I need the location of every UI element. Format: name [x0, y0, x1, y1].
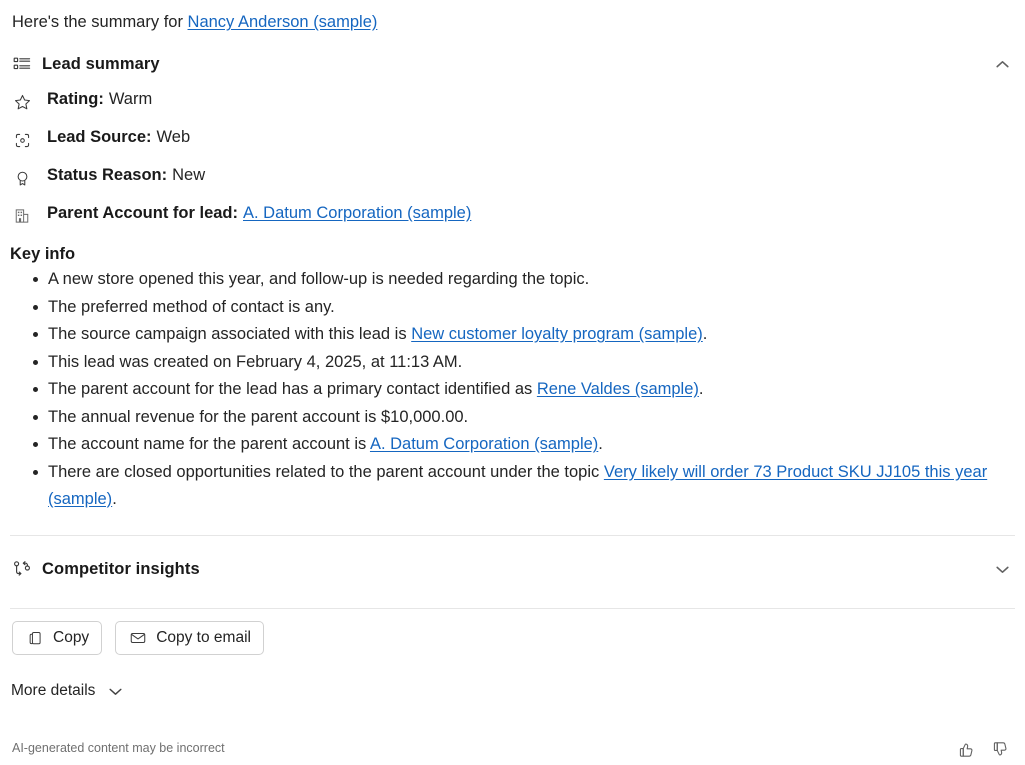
- list-item: The account name for the parent account …: [33, 431, 1009, 458]
- parent-account-link[interactable]: A. Datum Corporation (sample): [243, 204, 471, 222]
- key-info-text: .: [598, 435, 603, 453]
- attribute-label: Lead Source:: [47, 128, 152, 146]
- feedback-icons: [955, 738, 1011, 760]
- intro-prefix: Here's the summary for: [12, 13, 188, 31]
- intro-line: Here's the summary for Nancy Anderson (s…: [12, 11, 377, 33]
- lead-name-link[interactable]: Nancy Anderson (sample): [188, 13, 378, 31]
- star-icon: [10, 90, 34, 114]
- key-info-link[interactable]: A. Datum Corporation (sample): [370, 435, 598, 453]
- list-icon: [10, 52, 34, 76]
- key-info-title: Key info: [10, 245, 76, 263]
- attribute-lead-source: Lead Source: Web: [10, 128, 190, 154]
- lead-summary-header[interactable]: Lead summary: [10, 48, 1015, 80]
- compare-branch-icon: [10, 557, 34, 581]
- key-info-text: There are closed opportunities related t…: [48, 462, 604, 481]
- competitor-insights-title: Competitor insights: [42, 559, 200, 578]
- list-item: There are closed opportunities related t…: [33, 459, 1009, 513]
- thumbs-up-icon[interactable]: [955, 738, 977, 760]
- attribute-label: Rating:: [47, 90, 104, 108]
- building-icon: [10, 204, 34, 228]
- copy-to-email-button[interactable]: Copy to email: [115, 621, 264, 655]
- key-info-text: The parent account for the lead has a pr…: [48, 380, 537, 398]
- copy-button-label: Copy: [53, 629, 90, 646]
- key-info-link[interactable]: Rene Valdes (sample): [537, 380, 699, 398]
- action-button-row: Copy Copy to email: [12, 621, 264, 655]
- attribute-value: New: [172, 166, 206, 184]
- lead-summary-title: Lead summary: [42, 54, 160, 73]
- award-icon: [10, 166, 34, 190]
- attribute-status-reason: Status Reason: New: [10, 166, 205, 192]
- key-info-list: A new store opened this year, and follow…: [24, 266, 1009, 513]
- copy-icon: [25, 628, 45, 648]
- more-details-label: More details: [11, 682, 96, 699]
- key-info-text: This lead was created on February 4, 202…: [48, 352, 463, 371]
- key-info-text: The source campaign associated with this…: [48, 325, 412, 343]
- key-info-text: The annual revenue for the parent accoun…: [48, 407, 469, 426]
- key-info-text: .: [112, 489, 117, 508]
- chevron-up-icon[interactable]: [989, 51, 1015, 77]
- divider-bottom: [10, 608, 1015, 609]
- list-item: The source campaign associated with this…: [33, 321, 1009, 348]
- key-info-text: A new store opened this year, and follow…: [48, 270, 590, 288]
- key-info-link[interactable]: New customer loyalty program (sample): [411, 325, 703, 343]
- competitor-insights-header[interactable]: Competitor insights: [10, 553, 1015, 585]
- attribute-label: Status Reason:: [47, 166, 168, 184]
- attribute-value: Warm: [108, 90, 153, 108]
- key-info-text: The account name for the parent account …: [48, 435, 370, 453]
- key-info-text: The preferred method of contact is any.: [48, 297, 335, 316]
- more-details-toggle[interactable]: More details: [11, 682, 124, 700]
- target-icon: [10, 128, 34, 152]
- list-item: The parent account for the lead has a pr…: [33, 376, 1009, 403]
- key-info-text: .: [702, 325, 708, 343]
- envelope-icon: [128, 628, 148, 648]
- chevron-down-icon: [107, 683, 124, 700]
- lead-summary-card: Here's the summary for Nancy Anderson (s…: [0, 0, 1025, 765]
- thumbs-down-icon[interactable]: [989, 738, 1011, 760]
- ai-disclaimer: AI-generated content may be incorrect: [12, 741, 225, 755]
- attribute-parent-account: Parent Account for lead: A. Datum Corpor…: [10, 204, 471, 230]
- divider-top: [10, 535, 1015, 536]
- list-item: The annual revenue for the parent accoun…: [33, 404, 1009, 431]
- key-info-text: .: [698, 380, 704, 398]
- copy-to-email-button-label: Copy to email: [156, 629, 251, 646]
- list-item: A new store opened this year, and follow…: [33, 266, 1009, 293]
- attribute-rating: Rating: Warm: [10, 90, 152, 116]
- chevron-down-icon[interactable]: [989, 556, 1015, 582]
- attribute-label: Parent Account for lead:: [47, 204, 238, 222]
- list-item: This lead was created on February 4, 202…: [33, 349, 1009, 376]
- attribute-value: A. Datum Corporation (sample): [243, 204, 471, 223]
- list-item: The preferred method of contact is any.: [33, 294, 1009, 321]
- copy-button[interactable]: Copy: [12, 621, 103, 655]
- attribute-value: Web: [156, 128, 191, 146]
